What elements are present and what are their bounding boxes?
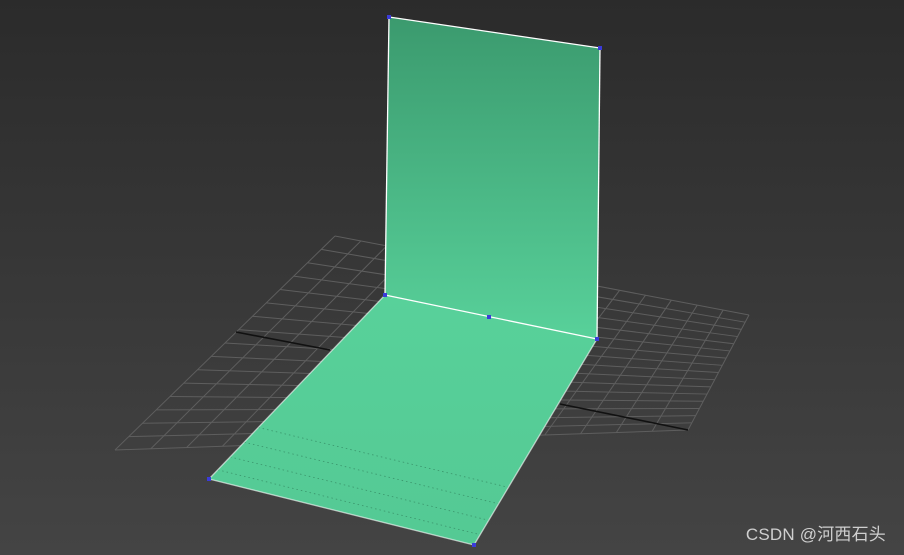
vertex-handle[interactable] — [472, 543, 476, 547]
vertex-handle[interactable] — [595, 337, 599, 341]
vertex-handle[interactable] — [383, 293, 387, 297]
vertex-handle[interactable] — [487, 315, 491, 319]
3d-viewport[interactable]: CSDN @河西石头 — [0, 0, 904, 555]
vertex-handle[interactable] — [387, 15, 391, 19]
viewport-scene[interactable] — [0, 0, 904, 555]
vertex-handle[interactable] — [207, 477, 211, 481]
wall-plane[interactable] — [385, 17, 600, 339]
vertex-handle[interactable] — [598, 46, 602, 50]
watermark-text: CSDN @河西石头 — [745, 525, 886, 544]
